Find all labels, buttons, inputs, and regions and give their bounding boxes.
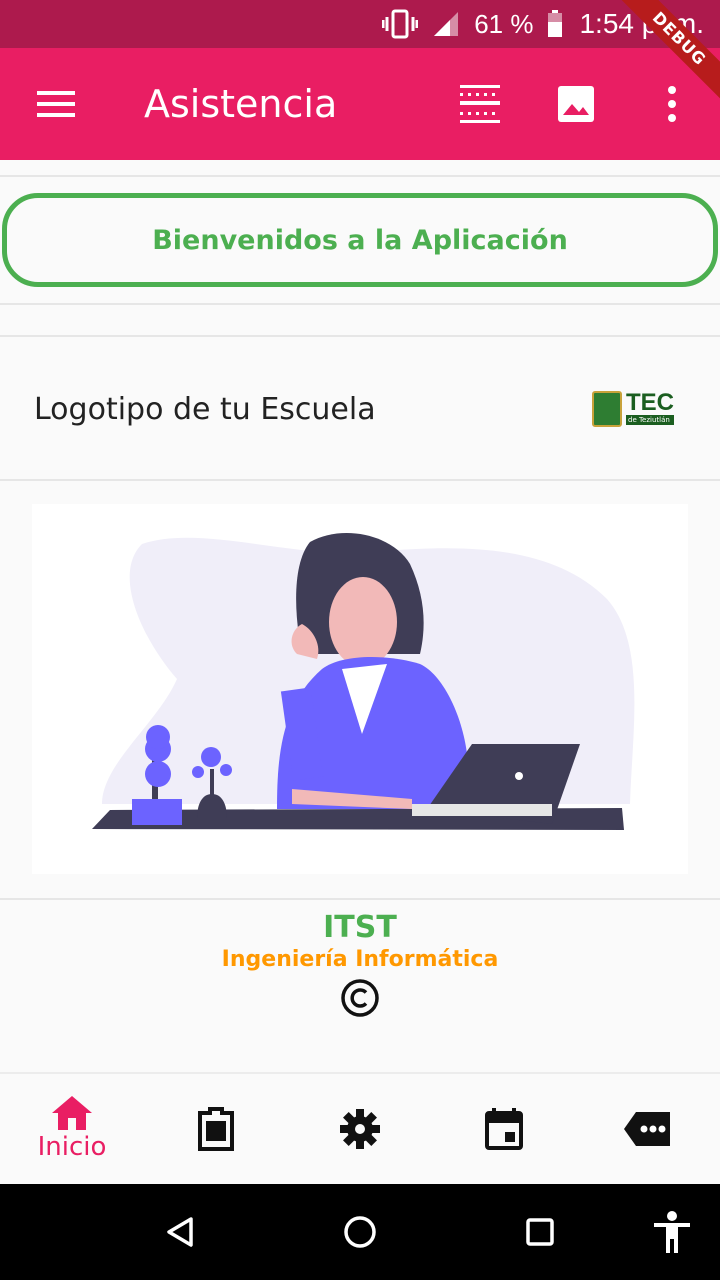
recents-button[interactable] [492,1184,588,1280]
assignment-icon [198,1107,234,1151]
welcome-banner: Bienvenidos a la Aplicación [2,193,718,287]
qr-scan-button[interactable] [432,48,528,160]
status-bar: 61 % 1:54 p. m. [0,0,720,48]
school-emblem-icon [592,391,622,427]
footer-info: ITST Ingeniería Informática [0,910,720,1018]
menu-button[interactable] [0,48,112,160]
org-name: ITST [323,910,397,945]
school-logo-row: Logotipo de tu Escuela TEC de Teziutlán [0,338,720,480]
menu-icon [37,91,75,117]
school-logo: TEC de Teziutlán [592,391,686,427]
accessibility-button[interactable] [624,1184,720,1280]
event-icon [485,1108,523,1150]
app-bar: Asistencia [0,48,720,160]
logo-subtext: de Teziutlán [626,415,674,425]
settings-icon [340,1109,380,1149]
divider [0,898,720,900]
welcome-text: Bienvenidos a la Aplicación [152,224,568,256]
nav-more[interactable] [576,1074,720,1184]
back-button[interactable] [132,1184,228,1280]
nav-assignment[interactable] [144,1074,288,1184]
accessibility-icon [654,1211,690,1253]
more-vert-icon [668,86,676,122]
nav-home-label: Inicio [37,1132,107,1162]
home-icon [52,1096,92,1130]
home-button[interactable] [312,1184,408,1280]
divider [0,335,720,337]
nav-calendar[interactable] [432,1074,576,1184]
logo-text: TEC [626,389,674,416]
divider [0,175,720,177]
divider [0,479,720,481]
nav-home[interactable]: Inicio [0,1074,144,1184]
vibrate-icon [382,9,419,39]
page-title: Asistencia [144,82,338,126]
recents-icon [526,1218,554,1246]
system-navigation-bar [0,1184,720,1280]
nav-settings[interactable] [288,1074,432,1184]
battery-percent: 61 % [474,8,534,39]
copyright-icon [340,978,380,1018]
signal-icon [432,10,460,38]
home-circle-icon [344,1216,376,1248]
battery-icon [547,10,563,38]
department-name: Ingeniería Informática [221,947,499,972]
more-label-icon [624,1112,670,1146]
back-icon [167,1217,193,1247]
illustration-woman-laptop [32,504,688,874]
school-logo-label: Logotipo de tu Escuela [34,391,376,427]
image-icon [558,86,594,122]
qr-scan-icon [460,85,500,123]
divider [0,303,720,305]
bottom-navigation: Inicio [0,1072,720,1184]
image-button[interactable] [528,48,624,160]
